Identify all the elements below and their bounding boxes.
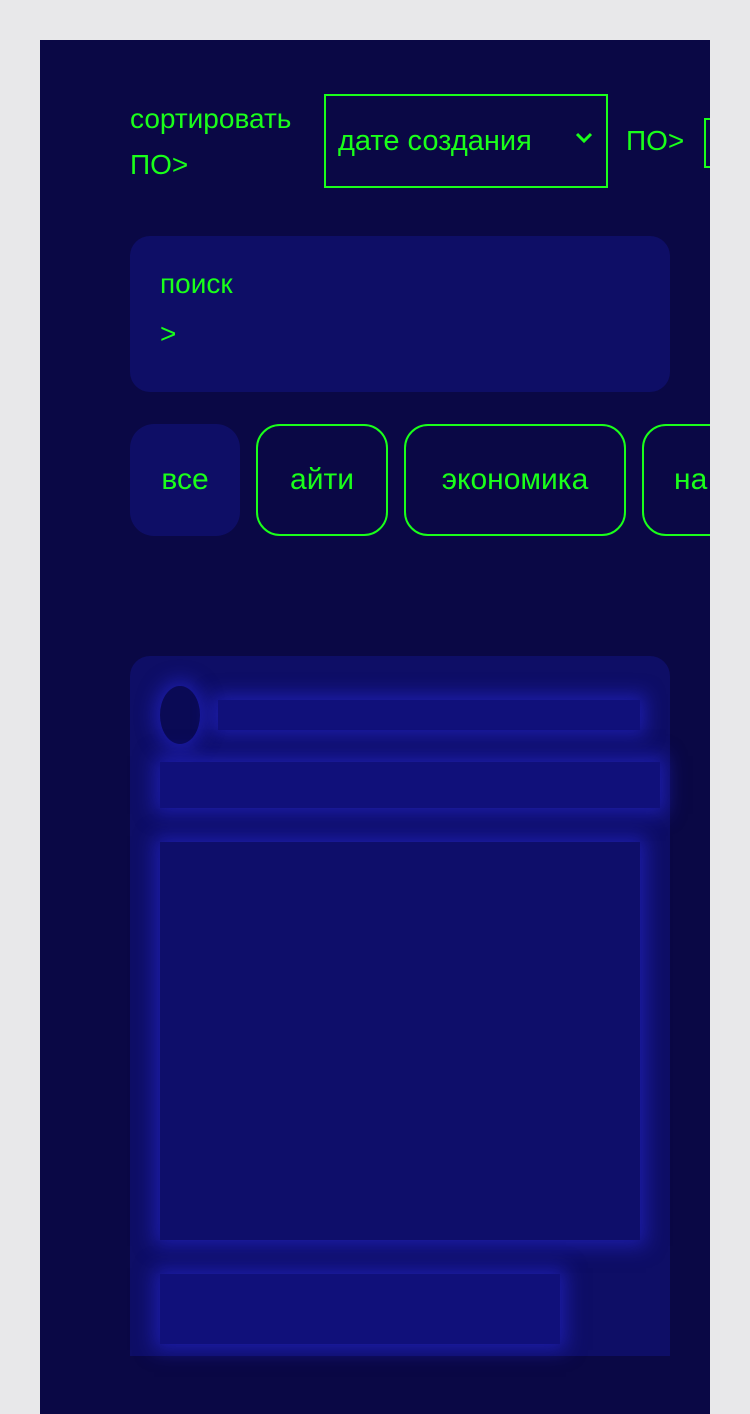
search-input[interactable]: > <box>160 318 176 350</box>
app-screen: сортировать ПО> дате создания ПО> поиск … <box>40 40 710 1414</box>
post-skeleton-card <box>130 656 670 1356</box>
filter-chip-partial[interactable]: на <box>642 424 710 536</box>
sort-field-value: дате создания <box>338 124 532 157</box>
search-label: поиск <box>160 268 233 299</box>
sort-order-label: ПО> <box>626 125 685 156</box>
skeleton-footer-line <box>160 1274 560 1344</box>
skeleton-avatar <box>160 686 200 744</box>
filter-chip-economy[interactable]: экономика <box>404 424 626 536</box>
filter-chip-it[interactable]: айти <box>256 424 388 536</box>
skeleton-author-line <box>218 700 640 730</box>
skeleton-title-line <box>160 762 660 808</box>
sort-field-select[interactable]: дате создания <box>324 94 608 188</box>
skeleton-image <box>160 842 640 1240</box>
chevron-down-icon <box>575 132 593 144</box>
sort-order-select[interactable] <box>704 118 710 168</box>
search-box[interactable]: поиск > <box>130 236 670 392</box>
sort-label: сортировать ПО> <box>130 103 292 180</box>
filter-chip-all[interactable]: все <box>130 424 240 536</box>
